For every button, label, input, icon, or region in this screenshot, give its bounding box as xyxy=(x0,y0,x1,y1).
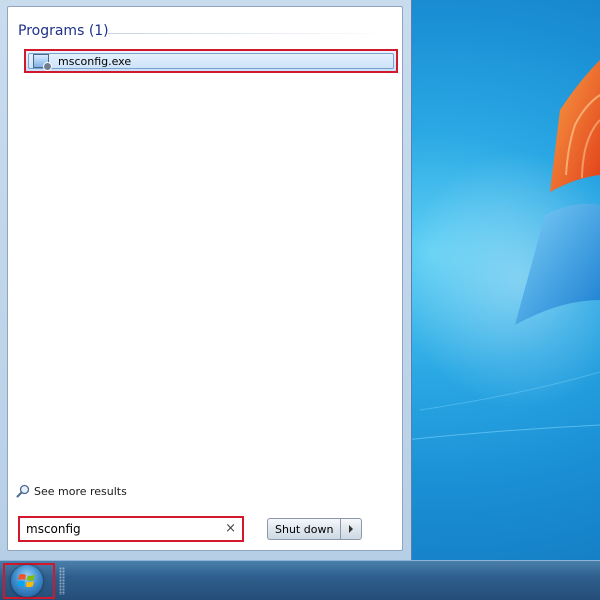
result-label: msconfig.exe xyxy=(58,54,132,68)
taskbar xyxy=(0,560,600,600)
see-more-results-link[interactable]: See more results xyxy=(16,484,127,498)
taskbar-grip[interactable] xyxy=(59,567,65,595)
arrow-right-icon xyxy=(349,525,354,533)
programs-group-header: Programs (1) xyxy=(18,23,109,39)
msconfig-program-icon xyxy=(33,54,52,71)
start-menu: Programs (1) msconfig.exe See more resul… xyxy=(0,0,412,560)
shutdown-group: Shut down xyxy=(267,518,363,540)
search-input[interactable] xyxy=(22,520,228,538)
clear-search-icon[interactable]: × xyxy=(225,521,236,537)
search-results-pane: Programs (1) msconfig.exe See more resul… xyxy=(7,6,403,551)
result-item-msconfig[interactable]: msconfig.exe xyxy=(24,49,398,73)
start-button[interactable] xyxy=(3,563,55,599)
see-more-label: See more results xyxy=(34,484,127,498)
shutdown-button[interactable]: Shut down xyxy=(267,518,341,540)
shutdown-options-button[interactable] xyxy=(340,518,363,540)
windows-orb-icon xyxy=(11,565,43,597)
start-search-box[interactable]: × xyxy=(18,516,244,542)
windows-flag-icon xyxy=(17,574,35,588)
group-divider xyxy=(108,33,392,34)
magnifier-icon xyxy=(16,484,30,498)
